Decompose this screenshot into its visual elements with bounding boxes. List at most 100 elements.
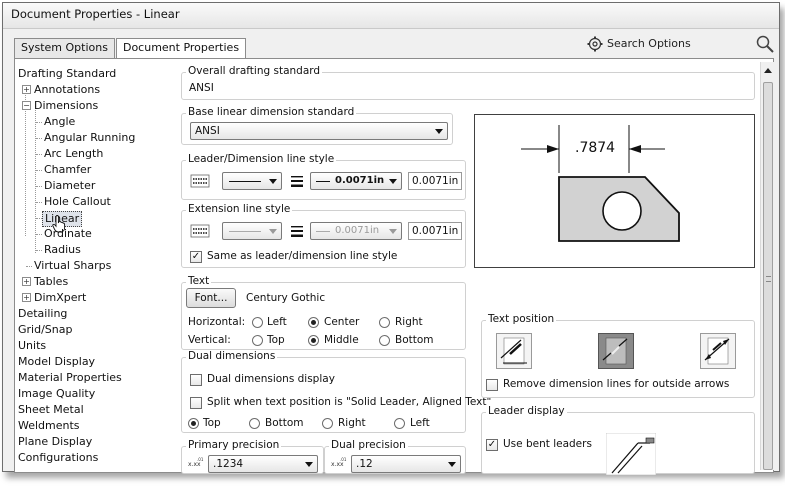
split-right-radio[interactable]: [322, 418, 333, 429]
horizontal-left-radio[interactable]: [252, 317, 263, 328]
overall-standard-group: Overall drafting standard ANSI: [181, 65, 755, 100]
tree-item-dimensions[interactable]: − Dimensions: [22, 99, 98, 113]
primary-precision-select[interactable]: .1234: [208, 455, 318, 473]
use-bent-leaders-label: Use bent leaders: [503, 438, 592, 450]
scrollbar-thumb[interactable]: [763, 82, 773, 470]
dual-precision-value: .12: [356, 458, 373, 470]
primary-precision-value: .1234: [213, 458, 244, 470]
primary-precision-group: Primary precision x.xx .01 .1234: [181, 439, 324, 474]
expand-plus-icon[interactable]: +: [22, 277, 31, 286]
tree-item-weldments[interactable]: Weldments: [18, 419, 80, 433]
dual-precision-select[interactable]: .12: [351, 455, 461, 473]
tree-item-material-properties[interactable]: Material Properties: [18, 371, 122, 385]
tab-document-properties[interactable]: Document Properties: [115, 38, 247, 59]
dimension-preview: .7874: [474, 114, 755, 268]
precision-icon: x.xx .01: [188, 457, 204, 468]
base-standard-select[interactable]: ANSI: [190, 122, 448, 140]
tree-item-angular-running[interactable]: Angular Running: [44, 131, 135, 145]
tree-item-image-quality[interactable]: Image Quality: [18, 387, 95, 401]
overall-standard-legend: Overall drafting standard: [186, 65, 323, 77]
split-bottom-label: Bottom: [265, 417, 304, 429]
tree-item-label: Weldments: [18, 419, 80, 432]
tree-item-ordinate[interactable]: Ordinate: [44, 227, 92, 241]
vertical-top-label: Top: [267, 334, 285, 346]
text-position-broken-leader-icon: [602, 337, 628, 365]
vertical-scrollbar[interactable]: [760, 62, 774, 470]
vertical-bottom-radio[interactable]: [379, 335, 390, 346]
tree-item-units[interactable]: Units: [18, 339, 46, 353]
split-text-checkbox[interactable]: [190, 397, 202, 409]
tree-item-label: Angular Running: [44, 131, 136, 144]
tree-item-diameter[interactable]: Diameter: [44, 179, 95, 193]
collapse-minus-icon[interactable]: −: [22, 101, 31, 110]
vertical-top-radio[interactable]: [252, 335, 263, 346]
tree-item-virtual-sharps[interactable]: Virtual Sharps: [34, 259, 111, 273]
dual-precision-group: Dual precision x.xx .01 .12: [324, 439, 466, 474]
text-position-broken-leader-button[interactable]: [598, 333, 634, 369]
dual-display-checkbox[interactable]: [190, 374, 202, 386]
tree-item-arc-length[interactable]: Arc Length: [44, 147, 103, 161]
tree-item-model-display[interactable]: Model Display: [18, 355, 95, 369]
remove-dimension-lines-checkbox[interactable]: [486, 379, 498, 391]
tree-item-label: Tables: [34, 275, 69, 288]
tree-item-tables[interactable]: + Tables: [22, 275, 68, 289]
expand-plus-icon[interactable]: +: [22, 85, 31, 94]
line-weight-icon: [291, 176, 303, 187]
tree-branch: [36, 138, 42, 139]
precision-icon: x.xx .01: [331, 457, 347, 468]
options-tree: Drafting Standard + Annotations − Dimensio…: [14, 64, 174, 474]
same-as-leader-checkbox[interactable]: ✓: [190, 251, 202, 263]
tree-item-label: Units: [18, 339, 47, 352]
extension-line-style-select[interactable]: [222, 222, 282, 240]
tree-item-drafting-standard[interactable]: Drafting Standard: [18, 67, 116, 81]
leader-line-thickness-select[interactable]: 0.0071in: [310, 172, 402, 190]
search-options[interactable]: Search Options: [587, 34, 777, 54]
leader-line-custom-thickness[interactable]: 0.0071in: [408, 172, 462, 190]
extension-line-thickness-select[interactable]: 0.0071in: [310, 222, 402, 240]
tab-system-options[interactable]: System Options: [14, 38, 115, 58]
tree-item-sheet-metal[interactable]: Sheet Metal: [18, 403, 84, 417]
tree-item-label: Sheet Metal: [18, 403, 84, 416]
base-standard-legend: Base linear dimension standard: [186, 106, 357, 118]
vertical-middle-radio[interactable]: [308, 335, 319, 346]
base-standard-selected: ANSI: [195, 125, 220, 137]
split-top-radio[interactable]: [188, 418, 199, 429]
extension-line-custom-thickness[interactable]: 0.0071in: [408, 222, 462, 240]
tree-item-hole-callout[interactable]: Hole Callout: [44, 195, 111, 209]
tree-item-dimxpert[interactable]: + DimXpert: [22, 291, 86, 305]
text-position-solid-leader-button[interactable]: [496, 333, 532, 369]
tree-item-configurations[interactable]: Configurations: [18, 451, 98, 465]
tree-item-chamfer[interactable]: Chamfer: [44, 163, 91, 177]
expand-plus-icon[interactable]: +: [22, 293, 31, 302]
dropdown-arrow-icon: [269, 229, 277, 234]
horizontal-label: Horizontal:: [188, 316, 246, 328]
tree-branch: [36, 186, 42, 187]
dual-dimensions-group: Dual dimensions Dual dimensions display …: [181, 350, 491, 433]
primary-precision-legend: Primary precision: [186, 439, 282, 451]
vertical-label: Vertical:: [188, 334, 231, 346]
tree-item-grid-snap[interactable]: Grid/Snap: [18, 323, 72, 337]
tree-item-plane-display[interactable]: Plane Display: [18, 435, 92, 449]
leader-line-style-select[interactable]: [222, 172, 282, 190]
dual-precision-legend: Dual precision: [329, 439, 408, 451]
line-style-icon: [190, 174, 210, 188]
extension-line-style-group: Extension line style 0.0071in 0.0071in ✓…: [181, 203, 466, 268]
text-position-aligned-text-button[interactable]: [700, 333, 736, 369]
line-style-sample: [229, 181, 261, 182]
extension-line-style-legend: Extension line style: [186, 203, 293, 215]
use-bent-leaders-checkbox[interactable]: ✓: [486, 439, 498, 451]
horizontal-right-radio[interactable]: [379, 317, 390, 328]
split-bottom-radio[interactable]: [249, 418, 260, 429]
horizontal-center-radio[interactable]: [308, 317, 319, 328]
tree-item-angle[interactable]: Angle: [44, 115, 75, 129]
dual-display-label: Dual dimensions display: [207, 373, 335, 385]
tree-item-detailing[interactable]: Detailing: [18, 307, 67, 321]
magnifier-icon[interactable]: [755, 34, 775, 54]
split-left-radio[interactable]: [394, 418, 405, 429]
tree-item-label: Virtual Sharps: [34, 259, 112, 272]
tree-item-label: Plane Display: [18, 435, 93, 448]
tree-item-radius[interactable]: Radius: [44, 243, 81, 257]
tree-item-annotations[interactable]: + Annotations: [22, 83, 100, 97]
font-button[interactable]: Font...: [186, 288, 236, 308]
scroll-up-arrow-icon[interactable]: [764, 68, 772, 73]
